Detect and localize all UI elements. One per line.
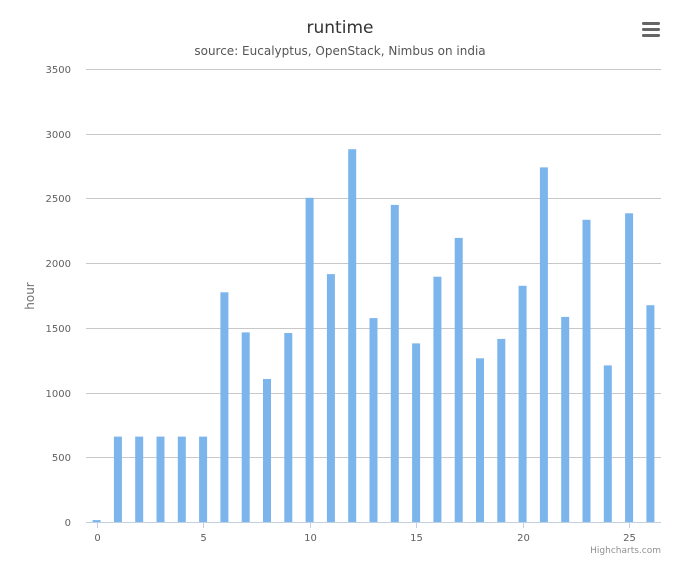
- bar[interactable]: [518, 285, 527, 522]
- x-tick-label: 10: [304, 533, 317, 544]
- y-tick-label: 500: [52, 453, 71, 464]
- hamburger-menu-icon: [642, 22, 660, 37]
- bar[interactable]: [539, 167, 548, 522]
- bar[interactable]: [603, 365, 612, 522]
- y-tick-label: 1500: [46, 324, 71, 335]
- bar[interactable]: [348, 149, 357, 522]
- bar[interactable]: [263, 379, 271, 522]
- bar[interactable]: [305, 197, 314, 523]
- bar[interactable]: [135, 436, 144, 522]
- y-tick-label: 3000: [46, 130, 71, 141]
- credits-link[interactable]: Highcharts.com: [590, 546, 661, 556]
- x-tick-label: 15: [410, 533, 423, 544]
- bar[interactable]: [390, 204, 399, 522]
- bar[interactable]: [476, 358, 484, 522]
- y-axis-title: hour: [23, 282, 37, 310]
- bar[interactable]: [284, 333, 293, 522]
- bar[interactable]: [497, 338, 506, 522]
- y-tick-label: 3500: [46, 65, 71, 76]
- y-tick-label: 2500: [46, 194, 71, 205]
- export-menu-button[interactable]: [638, 17, 664, 41]
- bar[interactable]: [326, 274, 335, 522]
- bar[interactable]: [92, 520, 101, 522]
- chart-title: runtime: [307, 18, 374, 38]
- bar[interactable]: [177, 436, 186, 522]
- bar[interactable]: [220, 292, 229, 522]
- bar[interactable]: [113, 436, 122, 522]
- bar[interactable]: [646, 305, 655, 522]
- chart-background: [0, 0, 680, 566]
- bar[interactable]: [582, 219, 591, 523]
- x-tick-label: 5: [200, 533, 206, 544]
- bar[interactable]: [561, 316, 570, 522]
- chart-subtitle: source: Eucalyptus, OpenStack, Nimbus on…: [194, 44, 485, 58]
- bar[interactable]: [625, 213, 634, 523]
- x-tick-label: 25: [623, 533, 636, 544]
- bar[interactable]: [454, 237, 463, 522]
- y-tick-label: 1000: [46, 389, 71, 400]
- bar[interactable]: [412, 343, 421, 522]
- x-tick-label: 20: [517, 533, 530, 544]
- bar[interactable]: [156, 436, 165, 522]
- y-tick-label: 2000: [46, 259, 71, 270]
- x-tick-label: 0: [94, 533, 100, 544]
- bar[interactable]: [199, 436, 208, 522]
- chart: runtime source: Eucalyptus, OpenStack, N…: [0, 0, 680, 566]
- bar[interactable]: [433, 276, 442, 522]
- y-tick-label: 0: [65, 518, 71, 529]
- bar[interactable]: [241, 332, 250, 522]
- bar[interactable]: [369, 318, 378, 522]
